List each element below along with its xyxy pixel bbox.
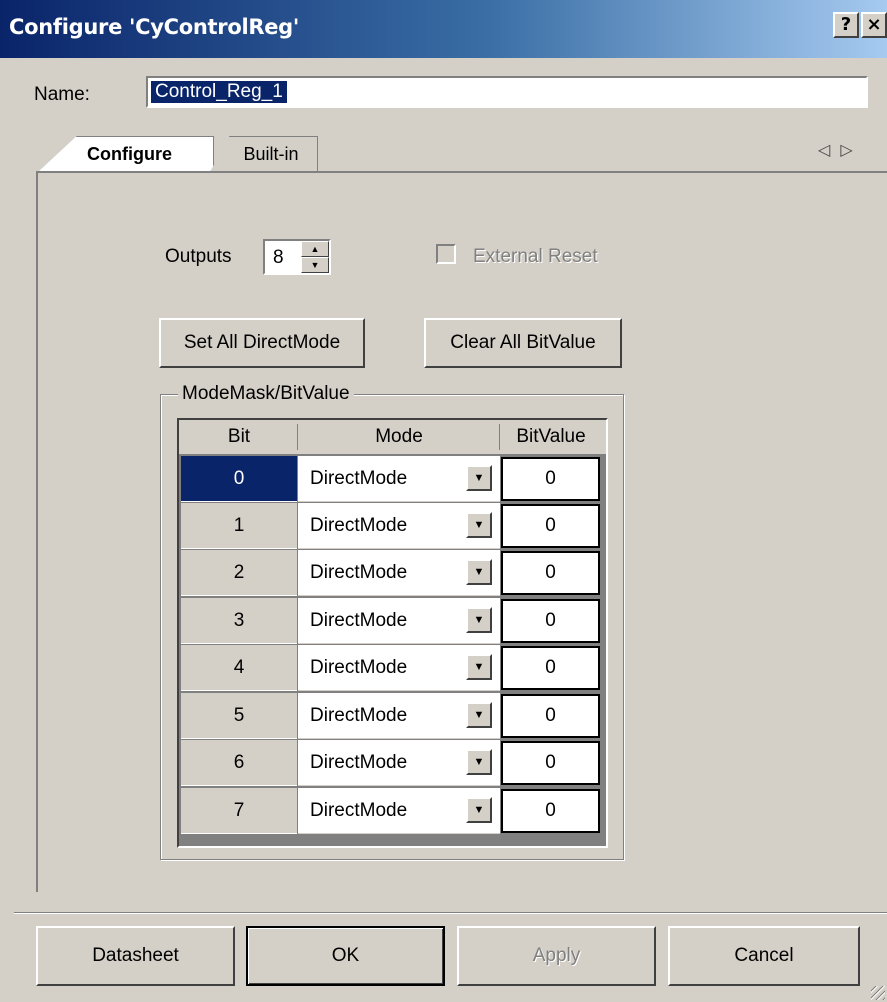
set-all-directmode-button[interactable]: Set All DirectMode	[159, 318, 365, 368]
apply-button[interactable]: Apply	[457, 926, 656, 986]
external-reset-label: External Reset	[473, 246, 598, 267]
row-bit-cell[interactable]: 2	[181, 550, 297, 596]
dropdown-arrow-icon[interactable]: ▼	[466, 749, 492, 775]
external-reset-checkbox[interactable]	[436, 244, 456, 264]
dropdown-arrow-icon[interactable]: ▼	[466, 465, 492, 491]
row-mode-select[interactable]: DirectMode ▼	[298, 598, 500, 644]
datasheet-button[interactable]: Datasheet	[36, 926, 235, 986]
cancel-button[interactable]: Cancel	[668, 926, 860, 986]
outputs-value: 8	[273, 247, 284, 268]
row-bitvalue-cell[interactable]: 0	[501, 457, 600, 501]
tab-configure[interactable]: Configure	[38, 136, 214, 172]
row-mode-select[interactable]: DirectMode ▼	[298, 456, 500, 502]
scroll-right-icon[interactable]: ▷	[840, 142, 862, 159]
row-bit-cell[interactable]: 4	[181, 645, 297, 691]
spin-down-icon[interactable]: ▼	[301, 257, 329, 273]
row-bitvalue-cell[interactable]: 0	[501, 741, 600, 785]
mode-value: DirectMode	[310, 610, 408, 631]
row-mode-select[interactable]: DirectMode ▼	[298, 550, 500, 596]
dropdown-arrow-icon[interactable]: ▼	[466, 559, 492, 585]
help-button[interactable]: ?	[833, 12, 859, 38]
tab-scroll-arrows[interactable]: ◁▷	[818, 140, 863, 160]
row-bit-cell[interactable]: 0	[181, 456, 297, 502]
dropdown-arrow-icon[interactable]: ▼	[466, 607, 492, 633]
row-bitvalue-cell[interactable]: 0	[501, 789, 600, 833]
group-title: ModeMask/BitValue	[178, 383, 354, 405]
title-bar[interactable]: Configure 'CyControlReg' ? ×	[0, 0, 887, 58]
tab-built-in[interactable]: Built-in	[210, 136, 318, 172]
row-mode-select[interactable]: DirectMode ▼	[298, 788, 500, 834]
mode-value: DirectMode	[310, 752, 408, 773]
ok-button[interactable]: OK	[246, 926, 445, 986]
row-bit-cell[interactable]: 7	[181, 788, 297, 834]
spin-up-icon[interactable]: ▲	[301, 241, 329, 257]
mode-value: DirectMode	[310, 800, 408, 821]
dropdown-arrow-icon[interactable]: ▼	[466, 702, 492, 728]
column-header-mode[interactable]: Mode	[298, 421, 500, 453]
close-button[interactable]: ×	[861, 12, 887, 38]
row-mode-select[interactable]: DirectMode ▼	[298, 503, 500, 549]
mode-value: DirectMode	[310, 657, 408, 678]
row-mode-select[interactable]: DirectMode ▼	[298, 693, 500, 739]
row-bitvalue-cell[interactable]: 0	[501, 646, 600, 690]
row-bit-cell[interactable]: 1	[181, 503, 297, 549]
mode-value: DirectMode	[310, 468, 408, 489]
row-bit-cell[interactable]: 6	[181, 740, 297, 786]
mode-value: DirectMode	[310, 705, 408, 726]
window-title: Configure 'CyControlReg'	[9, 15, 300, 39]
dropdown-arrow-icon[interactable]: ▼	[466, 512, 492, 538]
row-bitvalue-cell[interactable]: 0	[501, 504, 600, 548]
row-bitvalue-cell[interactable]: 0	[501, 694, 600, 738]
dropdown-arrow-icon[interactable]: ▼	[466, 797, 492, 823]
name-input[interactable]: Control_Reg_1	[146, 76, 868, 108]
column-header-bitvalue[interactable]: BitValue	[500, 421, 602, 453]
dropdown-arrow-icon[interactable]: ▼	[466, 654, 492, 680]
outputs-label: Outputs	[165, 246, 232, 267]
row-bitvalue-cell[interactable]: 0	[501, 599, 600, 643]
footer-divider	[14, 912, 887, 914]
outputs-stepper[interactable]: 8 ▲ ▼	[263, 239, 331, 275]
name-label: Name:	[34, 84, 90, 105]
row-mode-select[interactable]: DirectMode ▼	[298, 740, 500, 786]
row-bit-cell[interactable]: 5	[181, 693, 297, 739]
mode-value: DirectMode	[310, 515, 408, 536]
row-bitvalue-cell[interactable]: 0	[501, 551, 600, 595]
row-bit-cell[interactable]: 3	[181, 598, 297, 644]
clear-all-bitvalue-button[interactable]: Clear All BitValue	[424, 318, 622, 368]
name-value: Control_Reg_1	[151, 81, 287, 103]
mode-value: DirectMode	[310, 562, 408, 583]
scroll-left-icon[interactable]: ◁	[818, 142, 840, 159]
column-header-bit[interactable]: Bit	[181, 421, 297, 453]
resize-grip-icon[interactable]	[871, 986, 885, 1000]
row-mode-select[interactable]: DirectMode ▼	[298, 645, 500, 691]
